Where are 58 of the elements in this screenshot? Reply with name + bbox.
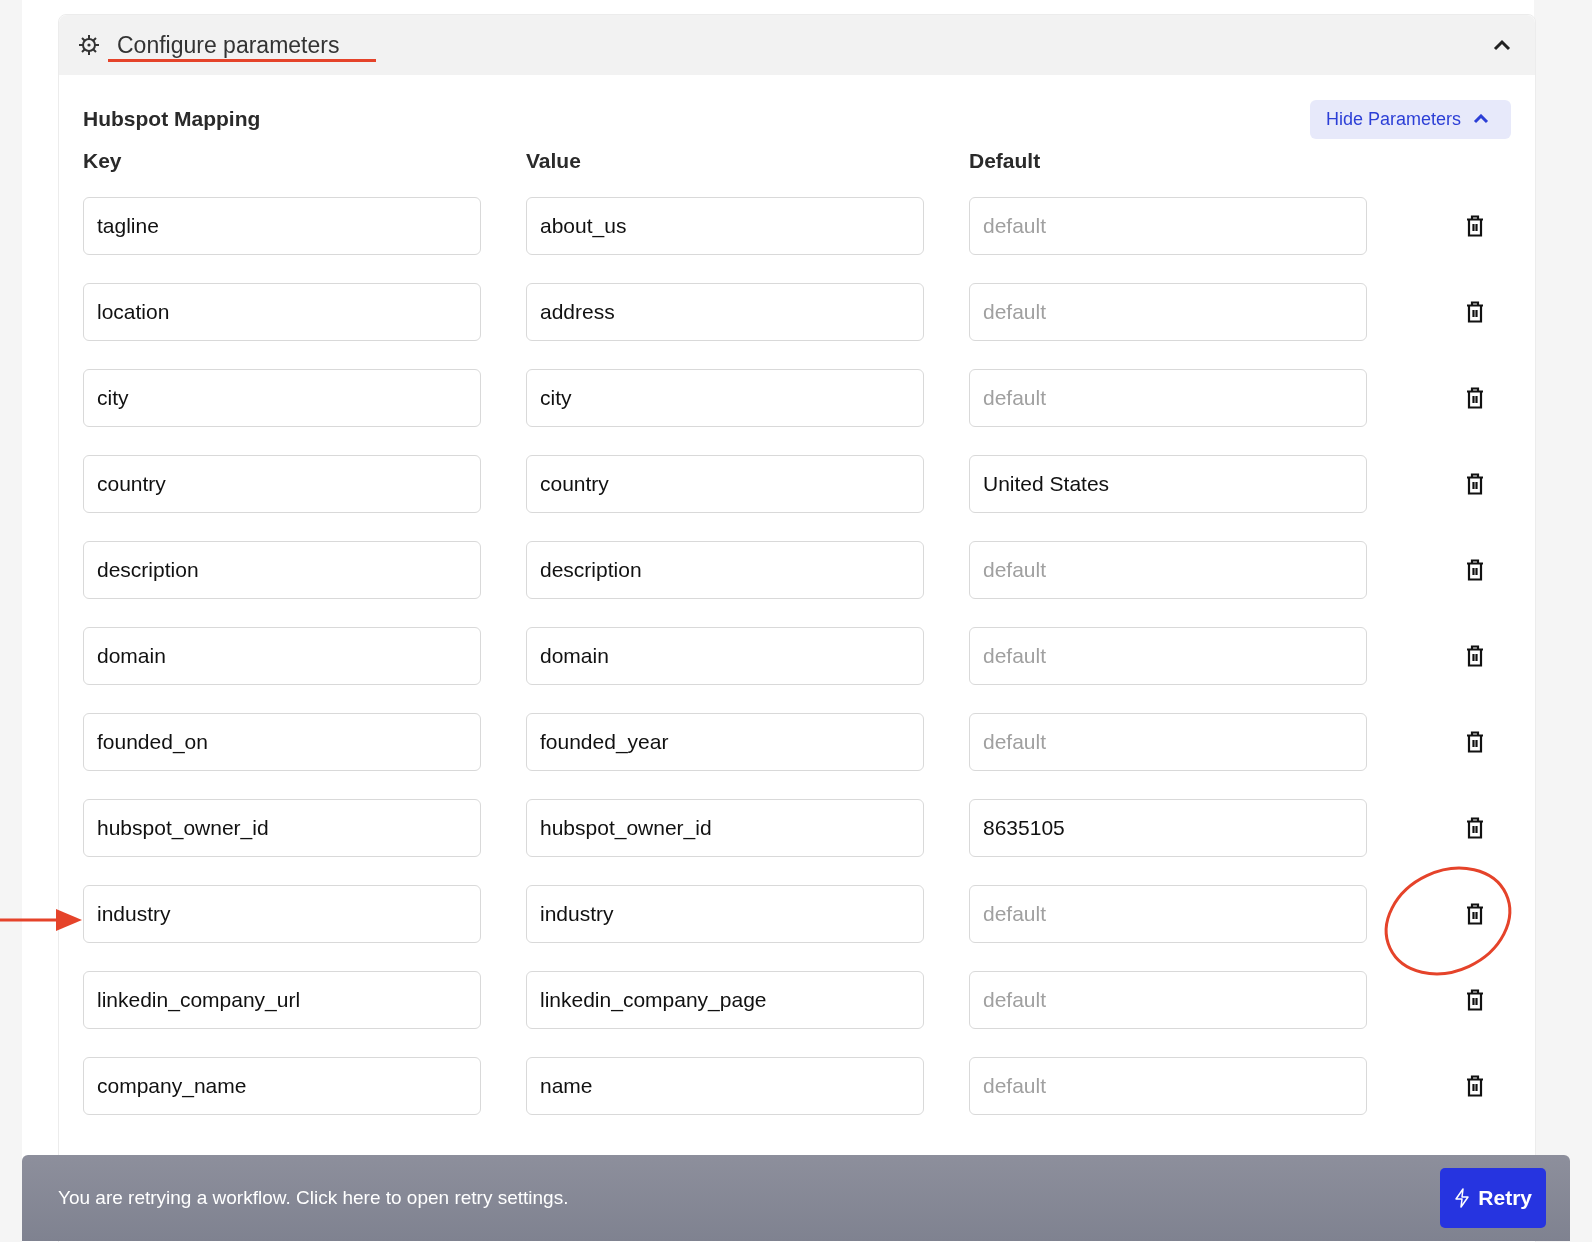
- section-title: Configure parameters: [117, 31, 340, 59]
- default-field[interactable]: default: [969, 713, 1367, 771]
- key-field[interactable]: linkedin_company_url: [83, 971, 481, 1029]
- lightning-icon: [1454, 1188, 1471, 1208]
- trash-icon[interactable]: [1465, 387, 1484, 409]
- default-field[interactable]: default: [969, 283, 1367, 341]
- key-field[interactable]: tagline: [83, 197, 481, 255]
- default-field[interactable]: 8635105: [969, 799, 1367, 857]
- trash-icon[interactable]: [1465, 731, 1484, 753]
- default-field[interactable]: default: [969, 627, 1367, 685]
- default-field[interactable]: United States: [969, 455, 1367, 513]
- key-field[interactable]: domain: [83, 627, 481, 685]
- value-field[interactable]: country: [526, 455, 924, 513]
- default-field[interactable]: default: [969, 971, 1367, 1029]
- retry-button[interactable]: Retry: [1440, 1168, 1546, 1228]
- retry-banner[interactable]: You are retrying a workflow. Click here to open retry settings. Retry: [22, 1155, 1570, 1241]
- trash-icon[interactable]: [1465, 301, 1484, 323]
- value-field[interactable]: address: [526, 283, 924, 341]
- trash-icon[interactable]: [1465, 1075, 1484, 1097]
- hide-parameters-button[interactable]: Hide Parameters: [1309, 99, 1511, 139]
- value-field[interactable]: description: [526, 541, 924, 599]
- section-header[interactable]: Configure parameters: [59, 15, 1535, 75]
- trash-icon[interactable]: [1465, 817, 1484, 839]
- trash-icon[interactable]: [1465, 215, 1484, 237]
- default-field[interactable]: default: [969, 541, 1367, 599]
- key-field[interactable]: city: [83, 369, 481, 427]
- value-field[interactable]: hubspot_owner_id: [526, 799, 924, 857]
- key-field[interactable]: founded_on: [83, 713, 481, 771]
- chevron-icon[interactable]: [1493, 39, 1511, 51]
- settings-icon: [77, 33, 101, 57]
- key-field[interactable]: industry: [83, 885, 481, 943]
- key-field[interactable]: description: [83, 541, 481, 599]
- value-field[interactable]: founded_year: [526, 713, 924, 771]
- key-field[interactable]: company_name: [83, 1057, 481, 1115]
- column-header: Key: [83, 149, 123, 173]
- trash-icon[interactable]: [1465, 645, 1484, 667]
- value-field[interactable]: name: [526, 1057, 924, 1115]
- column-header: Default: [969, 149, 1042, 173]
- default-field[interactable]: default: [969, 197, 1367, 255]
- default-field[interactable]: default: [969, 369, 1367, 427]
- chevron-up-icon: [1473, 114, 1489, 124]
- default-field[interactable]: default: [969, 1057, 1367, 1115]
- trash-icon[interactable]: [1465, 559, 1484, 581]
- trash-icon[interactable]: [1465, 989, 1484, 1011]
- key-field[interactable]: hubspot_owner_id: [83, 799, 481, 857]
- column-header: Value: [526, 149, 582, 173]
- default-field[interactable]: default: [969, 885, 1367, 943]
- value-field[interactable]: city: [526, 369, 924, 427]
- key-field[interactable]: country: [83, 455, 481, 513]
- value-field[interactable]: domain: [526, 627, 924, 685]
- retry-message[interactable]: You are retrying a workflow. Click here to open retry settings.: [58, 1187, 569, 1209]
- trash-icon[interactable]: [1465, 903, 1484, 925]
- trash-icon[interactable]: [1465, 473, 1484, 495]
- mapping-title: Hubspot Mapping: [83, 107, 261, 131]
- value-field[interactable]: about_us: [526, 197, 924, 255]
- key-field[interactable]: location: [83, 283, 481, 341]
- value-field[interactable]: industry: [526, 885, 924, 943]
- value-field[interactable]: linkedin_company_page: [526, 971, 924, 1029]
